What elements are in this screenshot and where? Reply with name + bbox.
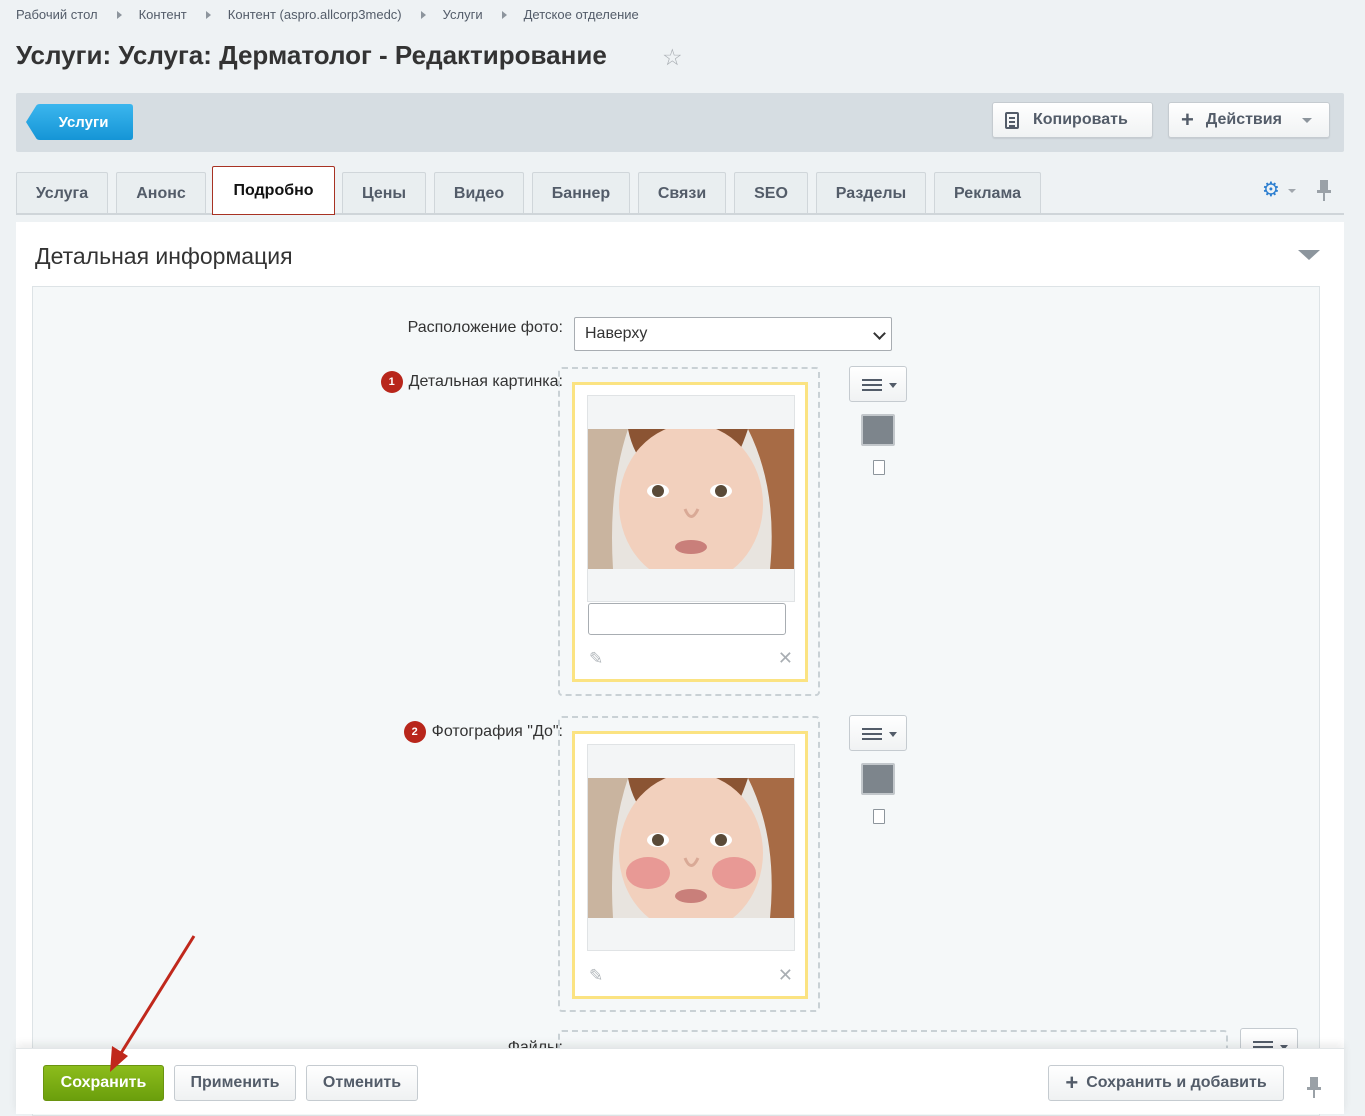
image-description-input[interactable] [588, 603, 786, 635]
menu-icon [1253, 1041, 1273, 1043]
copy-icon [1005, 111, 1019, 129]
detail-image-label: Детальная картинка: [408, 373, 563, 390]
menu-icon [862, 728, 882, 730]
photo-position-label: Расположение фото: [407, 319, 563, 336]
breadcrumb-item-content[interactable]: Контент [139, 7, 187, 22]
image-preview [587, 744, 795, 951]
detail-image-menu-button[interactable] [849, 366, 907, 402]
form-area: Расположение фото: Наверху 1 Детальная ка… [32, 286, 1320, 1116]
chevron-down-icon [1301, 117, 1312, 123]
plus-icon: + [1181, 107, 1194, 132]
before-photo-label-row: 2 Фотография "До": [403, 721, 563, 743]
copy-button-label: Копировать [1033, 111, 1128, 128]
tab-sections[interactable]: Разделы [816, 172, 926, 214]
detail-image-label-row: 1 Детальная картинка: [380, 371, 563, 393]
star-icon[interactable]: ☆ [662, 46, 683, 69]
footer-bar: Сохранить Применить Отменить + Сохранить… [16, 1048, 1344, 1114]
before-photo-menu-button[interactable] [849, 715, 907, 751]
tab-banner[interactable]: Баннер [532, 172, 630, 214]
back-to-services-button[interactable]: Услуги [26, 104, 133, 140]
chevron-down-icon [889, 732, 897, 737]
image-preview [587, 395, 795, 602]
tab-prices[interactable]: Цены [342, 172, 426, 214]
gear-icon[interactable]: ⚙ [1262, 180, 1280, 200]
image-icon[interactable] [861, 414, 895, 446]
chevron-down-icon [889, 383, 897, 388]
pencil-icon[interactable]: ✎ [589, 967, 603, 984]
chevron-right-icon [205, 10, 211, 19]
image-icon[interactable] [861, 763, 895, 795]
chevron-right-icon [501, 10, 507, 19]
number-badge: 2 [403, 721, 426, 743]
tab-seo[interactable]: SEO [734, 172, 808, 214]
actions-button[interactable]: + Действия [1168, 102, 1330, 138]
tab-announce[interactable]: Анонс [116, 172, 206, 214]
close-icon[interactable]: ✕ [778, 966, 793, 984]
pin-icon[interactable] [1316, 180, 1332, 202]
breadcrumb-item-services[interactable]: Услуги [443, 7, 483, 22]
chevron-right-icon [116, 10, 122, 19]
save-and-add-label: Сохранить и добавить [1086, 1074, 1267, 1091]
copy-button[interactable]: Копировать [992, 102, 1153, 138]
file-icon[interactable] [873, 809, 885, 824]
before-photo-dropzone[interactable]: ✎ ✕ [558, 716, 820, 1012]
file-icon[interactable] [873, 460, 885, 475]
collapse-icon[interactable] [1298, 250, 1320, 260]
page-title: Услуги: Услуга: Дерматолог - Редактирова… [16, 40, 607, 70]
breadcrumb-item-children-dept[interactable]: Детское отделение [524, 7, 639, 22]
annotation-arrow [110, 935, 196, 1072]
chevron-down-icon [873, 327, 886, 340]
breadcrumb: Рабочий стол Контент Контент (aspro.allc… [16, 7, 639, 22]
pin-icon[interactable] [1306, 1077, 1322, 1099]
tab-ads[interactable]: Реклама [934, 172, 1041, 214]
photo-position-value: Наверху [585, 325, 648, 342]
chevron-right-icon [420, 10, 426, 19]
number-badge: 1 [380, 371, 403, 393]
image-card: ✎ ✕ [572, 382, 808, 682]
save-and-add-button[interactable]: + Сохранить и добавить [1048, 1065, 1284, 1101]
tab-service[interactable]: Услуга [16, 172, 108, 214]
tab-links[interactable]: Связи [638, 172, 726, 214]
before-photo-label: Фотография "До": [431, 723, 563, 740]
close-icon[interactable]: ✕ [778, 649, 793, 667]
tab-video[interactable]: Видео [434, 172, 524, 214]
breadcrumb-item-content-site[interactable]: Контент (aspro.allcorp3medc) [228, 7, 402, 22]
child-photo-before [588, 778, 794, 918]
cancel-button[interactable]: Отменить [306, 1065, 418, 1101]
chevron-down-icon[interactable] [1288, 189, 1296, 193]
plus-icon: + [1065, 1070, 1079, 1095]
tab-details[interactable]: Подробно [212, 166, 335, 215]
back-button-label: Услуги [58, 113, 109, 131]
image-card: ✎ ✕ [572, 731, 808, 999]
toolbar: Услуги Копировать + Действия [16, 93, 1344, 152]
pencil-icon[interactable]: ✎ [589, 650, 603, 667]
menu-icon [862, 379, 882, 381]
child-photo [588, 429, 794, 569]
actions-button-label: Действия [1205, 111, 1282, 128]
breadcrumb-item-desktop[interactable]: Рабочий стол [16, 7, 98, 22]
photo-position-select[interactable]: Наверху [574, 317, 892, 351]
detail-image-dropzone[interactable]: ✎ ✕ [558, 367, 820, 696]
content-panel: Детальная информация Расположение фото: … [16, 222, 1344, 1116]
section-title: Детальная информация [35, 243, 293, 269]
